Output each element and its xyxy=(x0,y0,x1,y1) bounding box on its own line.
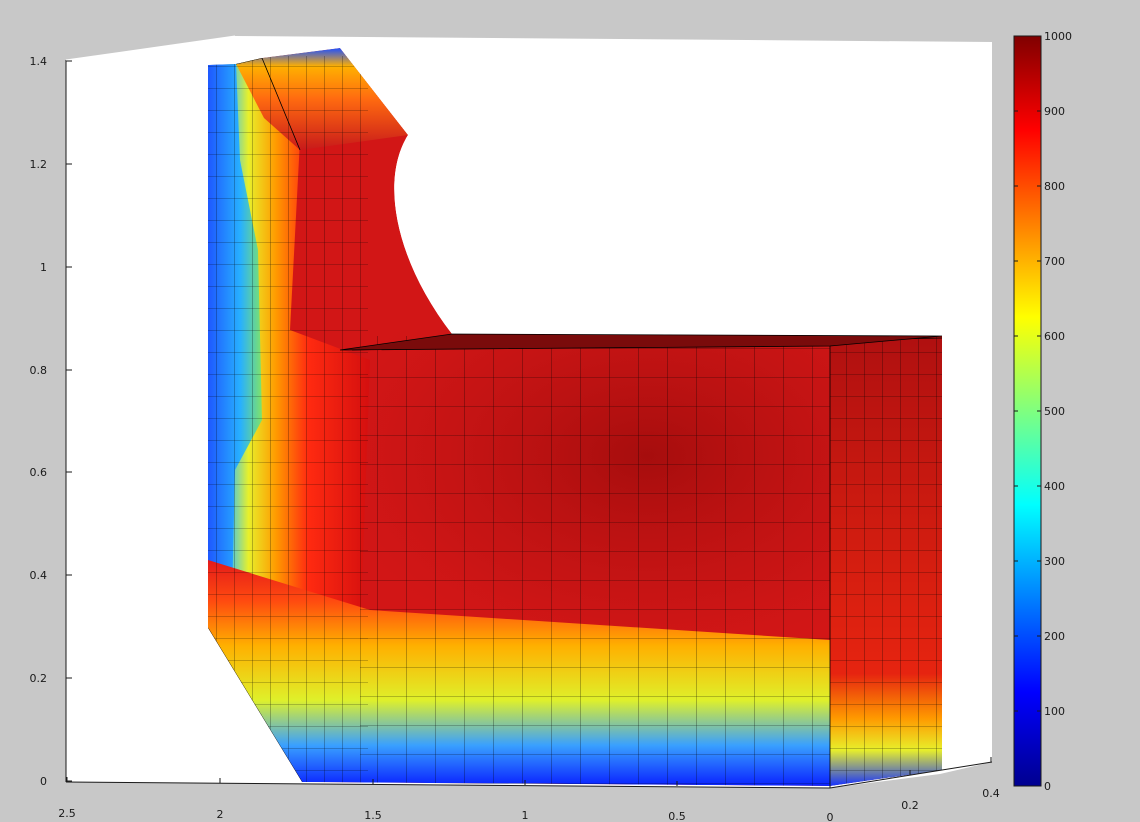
x-tick-label: 0 xyxy=(827,811,834,822)
colorbar-tick-label: 400 xyxy=(1044,480,1065,493)
x-tick-label: 1.5 xyxy=(364,809,382,822)
colorbar-tick-label: 200 xyxy=(1044,630,1065,643)
colorbar: 0 100 200 300 400 500 600 700 800 900 1000 xyxy=(1013,30,1072,793)
z-tick-label: 0.4 xyxy=(30,569,48,582)
x-tick-label: 1 xyxy=(522,809,529,822)
z-tick-label: 0.6 xyxy=(30,466,48,479)
figure: 0 0.2 0.4 0.6 0.8 1 1.2 1.4 2.5 2 1.5 1 … xyxy=(30,30,1073,822)
z-tick-label: 1.4 xyxy=(30,55,48,68)
z-tick-label: 1.2 xyxy=(30,158,48,171)
y-tick-label: 0.2 xyxy=(901,799,919,812)
colorbar-tick-label: 100 xyxy=(1044,705,1065,718)
colorbar-tick-label: 0 xyxy=(1044,780,1051,793)
colorbar-tick-label: 900 xyxy=(1044,105,1065,118)
y-tick-label: 0.4 xyxy=(982,787,1000,800)
z-tick-label: 1 xyxy=(40,261,47,274)
x-tick-label: 0.5 xyxy=(668,810,686,822)
colorbar-tick-label: 700 xyxy=(1044,255,1065,268)
colorbar-gradient xyxy=(1013,35,1042,787)
colorbar-tick-label: 1000 xyxy=(1044,30,1072,43)
z-tick-label: 0.2 xyxy=(30,672,48,685)
colorbar-tick-label: 500 xyxy=(1044,405,1065,418)
z-tick-label: 0.8 xyxy=(30,364,48,377)
x-tick-label: 2 xyxy=(217,808,224,821)
z-tick-label: 0 xyxy=(40,775,47,788)
colorbar-tick-label: 800 xyxy=(1044,180,1065,193)
x-tick-label: 2.5 xyxy=(58,807,76,820)
colorbar-tick-label: 600 xyxy=(1044,330,1065,343)
colorbar-tick-label: 300 xyxy=(1044,555,1065,568)
